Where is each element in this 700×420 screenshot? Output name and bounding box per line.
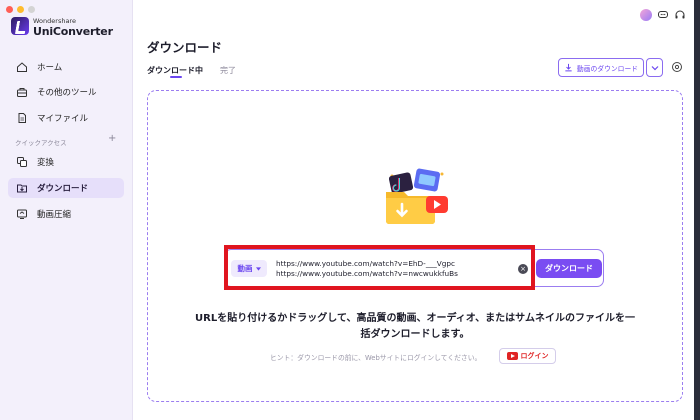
tab-downloading[interactable]: ダウンロード中: [147, 65, 203, 76]
desktop-background-edge: [694, 0, 700, 420]
toolbox-icon: [17, 88, 27, 97]
tab-active-indicator: [170, 76, 182, 78]
instructions-text: URLを貼り付けるかドラッグして、高品質の動画、オーディオ、またはサムネイルのフ…: [170, 311, 660, 343]
window-controls: [6, 6, 35, 13]
download-button[interactable]: ダウンロード: [536, 259, 602, 278]
youtube-login-button[interactable]: ログイン: [499, 348, 556, 364]
avatar[interactable]: [640, 9, 652, 21]
compress-icon: [17, 209, 27, 219]
instructions-line-1: URLを貼り付けるかドラッグして、高品質の動画、オーディオ、またはサムネイルのフ…: [195, 313, 635, 324]
login-label: ログイン: [520, 352, 549, 360]
minimize-window-button[interactable]: [17, 6, 24, 13]
sidebar-item-home[interactable]: ホーム: [8, 57, 124, 77]
sidebar-item-other-tools[interactable]: その他のツール: [8, 82, 124, 102]
top-toolbar: [640, 9, 686, 21]
download-video-button[interactable]: 動画のダウンロード: [558, 58, 644, 77]
sidebar-item-label: 動画圧縮: [37, 210, 72, 220]
maximize-window-button[interactable]: [28, 6, 35, 13]
brand-small-text: Wondershare: [33, 17, 76, 25]
download-illustration: [386, 168, 448, 224]
url-entry: https://www.youtube.com/watch?v=nwcwukkf…: [276, 269, 458, 278]
caret-down-icon: [255, 266, 261, 271]
media-type-dropdown[interactable]: 動画: [231, 260, 267, 277]
media-type-label: 動画: [237, 264, 253, 273]
convert-icon: [17, 157, 27, 167]
sidebar-item-label: マイファイル: [37, 114, 89, 124]
headset-icon[interactable]: [674, 9, 686, 21]
sidebar-item-download[interactable]: ダウンロード: [8, 178, 124, 198]
app-window: Wondershare UniConverter ホーム その他のツール マイフ…: [0, 0, 700, 420]
home-icon: [17, 62, 27, 72]
chevron-down-icon: [651, 65, 658, 70]
sidebar-item-my-files[interactable]: マイファイル: [8, 108, 124, 128]
sidebar-item-label: その他のツール: [37, 88, 97, 98]
sidebar: Wondershare UniConverter ホーム その他のツール マイフ…: [0, 0, 133, 420]
chat-icon[interactable]: [657, 9, 669, 21]
download-options-dropdown[interactable]: [646, 58, 663, 77]
app-logo-icon: [11, 17, 29, 35]
download-folder-icon: [17, 184, 27, 193]
sidebar-item-label: ホーム: [37, 63, 63, 73]
sidebar-item-label: ダウンロード: [37, 184, 89, 194]
file-icon: [18, 113, 26, 123]
quick-access-label: クイックアクセス: [15, 139, 67, 147]
sidebar-item-convert[interactable]: 変換: [8, 152, 124, 172]
page-title: ダウンロード: [147, 40, 223, 55]
url-entry: https://www.youtube.com/watch?v=EhD-___V…: [276, 259, 456, 268]
url-list[interactable]: https://www.youtube.com/watch?v=EhD-___V…: [276, 259, 516, 279]
sidebar-item-label: 変換: [37, 158, 55, 168]
tab-completed[interactable]: 完了: [220, 65, 236, 76]
settings-icon[interactable]: [671, 61, 683, 73]
download-arrow-icon: [565, 63, 572, 72]
brand-name: UniConverter: [33, 25, 113, 38]
download-video-label: 動画のダウンロード: [576, 64, 639, 73]
sidebar-item-compress[interactable]: 動画圧縮: [8, 204, 124, 224]
youtube-icon: [506, 352, 518, 360]
instructions-line-2: 括ダウンロードします。: [360, 329, 470, 340]
clear-input-icon[interactable]: ×: [518, 264, 528, 274]
close-window-button[interactable]: [6, 6, 13, 13]
login-hint: ヒント：ダウンロードの前に、Webサイトにログインしてください。: [270, 354, 482, 362]
add-quick-access-button[interactable]: +: [108, 133, 116, 144]
